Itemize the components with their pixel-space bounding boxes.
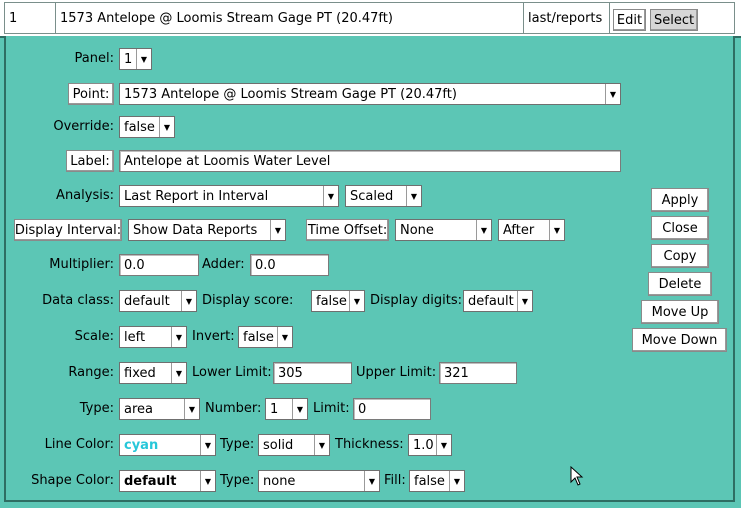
chevron-down-icon: ▼ <box>436 435 451 455</box>
panel-select[interactable]: 1 ▼ <box>119 48 152 70</box>
panel-label: Panel: <box>74 51 114 66</box>
move-up-button[interactable]: Move Up <box>641 300 719 324</box>
row-source: last/reports <box>523 2 610 34</box>
scale-select[interactable]: left ▼ <box>119 326 187 348</box>
data-class-label: Data class: <box>42 293 114 308</box>
chevron-down-icon: ▼ <box>277 327 292 347</box>
fill-label: Fill: <box>384 473 406 488</box>
lower-limit-label: Lower Limit: <box>192 365 272 380</box>
thickness-select[interactable]: 1.0 ▼ <box>408 434 452 456</box>
time-offset-button[interactable]: Time Offset: <box>306 219 389 241</box>
override-label: Override: <box>53 119 114 134</box>
analysis-label: Analysis: <box>56 188 114 203</box>
chevron-down-icon: ▼ <box>136 49 151 69</box>
range-label: Range: <box>68 365 114 380</box>
offset-position-select[interactable]: After ▼ <box>498 219 565 241</box>
apply-button[interactable]: Apply <box>651 188 709 212</box>
adder-label: Adder: <box>202 257 245 272</box>
display-interval-button[interactable]: Display Interval: <box>14 219 122 241</box>
override-select[interactable]: false ▼ <box>119 116 175 138</box>
select-button[interactable]: Select <box>650 9 698 31</box>
display-score-select[interactable]: false ▼ <box>311 290 365 312</box>
move-down-button[interactable]: Move Down <box>632 328 727 352</box>
multiplier-input[interactable]: 0.0 <box>119 254 199 276</box>
line-color-select[interactable]: cyan ▼ <box>119 434 216 456</box>
number-label: Number: <box>205 401 262 416</box>
shape-color-label: Shape Color: <box>31 473 114 488</box>
close-button[interactable]: Close <box>651 216 709 240</box>
delete-button[interactable]: Delete <box>648 272 712 296</box>
shape-type-select[interactable]: none ▼ <box>258 470 380 492</box>
display-score-label: Display score: <box>202 293 294 308</box>
chevron-down-icon: ▼ <box>517 291 532 311</box>
upper-limit-label: Upper Limit: <box>356 365 437 380</box>
analysis-select[interactable]: Last Report in Interval ▼ <box>119 185 339 207</box>
fill-select[interactable]: false ▼ <box>409 470 465 492</box>
line-color-label: Line Color: <box>44 437 114 452</box>
chevron-down-icon: ▼ <box>605 84 620 104</box>
limit-input[interactable]: 0 <box>353 398 431 420</box>
scaling-select[interactable]: Scaled ▼ <box>345 185 422 207</box>
chevron-down-icon: ▼ <box>549 220 564 240</box>
range-select[interactable]: fixed ▼ <box>119 362 187 384</box>
row-title: 1573 Antelope @ Loomis Stream Gage PT (2… <box>55 2 524 34</box>
type-select[interactable]: area ▼ <box>119 398 200 420</box>
invert-select[interactable]: false ▼ <box>238 326 293 348</box>
chevron-down-icon: ▼ <box>292 399 307 419</box>
display-digits-select[interactable]: default ▼ <box>463 290 533 312</box>
line-type-label: Type: <box>220 437 255 452</box>
scale-label: Scale: <box>74 329 114 344</box>
label-button[interactable]: Label: <box>66 150 114 172</box>
shape-type-label: Type: <box>220 473 255 488</box>
type-label: Type: <box>79 401 114 416</box>
chevron-down-icon: ▼ <box>349 291 364 311</box>
adder-input[interactable]: 0.0 <box>250 254 329 276</box>
cursor-icon <box>570 466 584 486</box>
upper-limit-input[interactable]: 321 <box>439 362 517 384</box>
chevron-down-icon: ▼ <box>200 435 215 455</box>
copy-button[interactable]: Copy <box>651 244 709 268</box>
chevron-down-icon: ▼ <box>476 220 491 240</box>
chevron-down-icon: ▼ <box>184 399 199 419</box>
display-digits-label: Display digits: <box>370 293 463 308</box>
chevron-down-icon: ▼ <box>449 471 464 491</box>
shape-color-select[interactable]: default ▼ <box>119 470 216 492</box>
thickness-label: Thickness: <box>335 437 404 452</box>
row-index: 1 <box>4 2 56 34</box>
display-interval-select[interactable]: Show Data Reports ▼ <box>128 219 286 241</box>
chevron-down-icon: ▼ <box>323 186 338 206</box>
chevron-down-icon: ▼ <box>406 186 421 206</box>
chevron-down-icon: ▼ <box>171 327 186 347</box>
chevron-down-icon: ▼ <box>200 471 215 491</box>
number-select[interactable]: 1 ▼ <box>265 398 308 420</box>
line-type-select[interactable]: solid ▼ <box>258 434 330 456</box>
time-offset-select[interactable]: None ▼ <box>395 219 492 241</box>
chevron-down-icon: ▼ <box>171 363 186 383</box>
chevron-down-icon: ▼ <box>364 471 379 491</box>
chevron-down-icon: ▼ <box>181 291 196 311</box>
lower-limit-input[interactable]: 305 <box>273 362 352 384</box>
point-select[interactable]: 1573 Antelope @ Loomis Stream Gage PT (2… <box>119 83 621 105</box>
chevron-down-icon: ▼ <box>270 220 285 240</box>
data-class-select[interactable]: default ▼ <box>119 290 197 312</box>
limit-label: Limit: <box>313 401 350 416</box>
point-button[interactable]: Point: <box>68 83 114 105</box>
invert-label: Invert: <box>192 329 235 344</box>
chevron-down-icon: ▼ <box>159 117 174 137</box>
label-input[interactable]: Antelope at Loomis Water Level <box>119 150 621 172</box>
edit-button[interactable]: Edit <box>613 9 646 31</box>
multiplier-label: Multiplier: <box>49 257 114 272</box>
chevron-down-icon: ▼ <box>314 435 329 455</box>
